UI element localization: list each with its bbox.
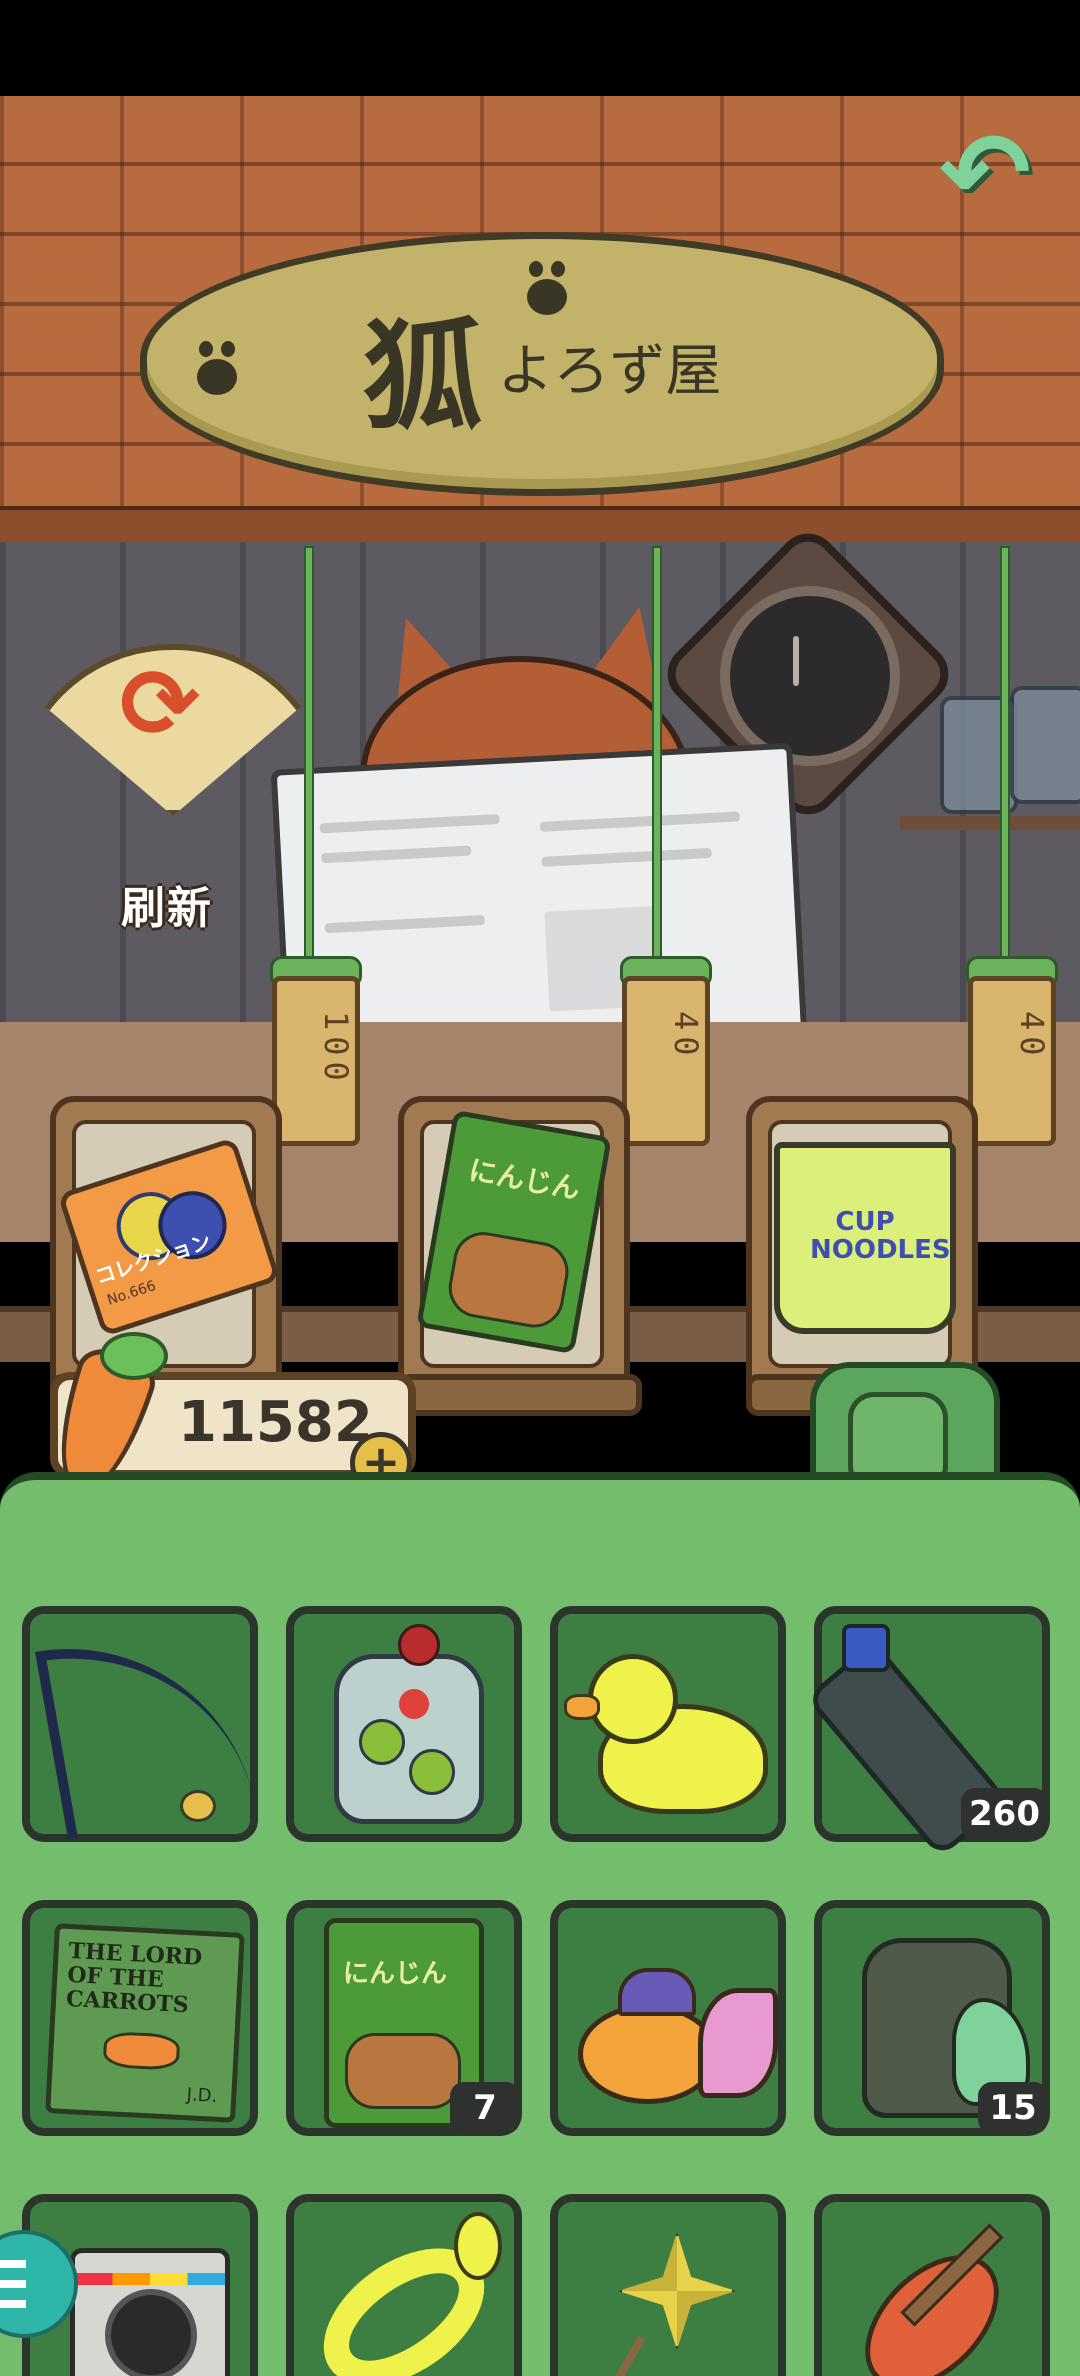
tag-string <box>652 546 662 970</box>
price-tag[interactable]: 100 <box>272 976 360 1146</box>
tag-string <box>1000 546 1010 970</box>
paw-print-icon <box>197 341 237 395</box>
shop-sign-big: 狐 <box>362 306 483 447</box>
slot-count: 260 <box>961 1788 1048 1840</box>
snack-bag-label: にんじん <box>343 1959 448 1989</box>
book-carrot <box>102 2030 181 2071</box>
shop-scene: 狐 よろず屋 ↶ ⟳ 刷新 100 コレクション No.666 40 にんじん … <box>0 96 1080 2376</box>
goldfish-hat <box>618 1968 696 2016</box>
back-arrow-icon: ↶ <box>938 109 1032 237</box>
kiwi-slice <box>409 1749 455 1795</box>
inventory-slot-fruit-jar[interactable] <box>286 1606 522 1842</box>
price-tag-value: 40 <box>1013 1011 1051 1062</box>
inventory-slot-goldfish-lantern[interactable] <box>550 1900 786 2136</box>
menu-icon[interactable] <box>0 2252 26 2308</box>
shop-sign-small: よろず屋 <box>497 338 722 404</box>
price-tag-value: 100 <box>317 1011 355 1087</box>
cup-noodles-label: CUP NOODLES <box>810 1207 951 1265</box>
book-icon: THE LORD OF THE CARROTS J.D. <box>45 1923 245 2123</box>
camera-lens <box>105 2289 197 2376</box>
book-author: J.D. <box>186 2084 218 2107</box>
newspaper-line <box>319 814 500 834</box>
inventory-slot-pinwheel[interactable] <box>550 2194 786 2376</box>
shop-sign: 狐 よろず屋 <box>140 232 944 496</box>
paw-print-icon <box>527 261 567 315</box>
newspaper-line <box>541 847 712 867</box>
inventory-slot-snack-bag[interactable]: にんじん 7 <box>286 1900 522 2136</box>
shop-item-slot[interactable]: にんじん <box>398 1096 642 1416</box>
refresh-arrows-icon[interactable]: ⟳ <box>100 656 220 752</box>
bobber-icon <box>180 1790 216 1822</box>
snack-bag-label: にんじん <box>466 1153 583 1206</box>
clock-icon <box>720 586 900 766</box>
goldfish-tail <box>698 1988 778 2098</box>
newspaper-line <box>539 811 740 832</box>
refresh-label[interactable]: 刷新 <box>102 872 232 936</box>
kiwi-slice <box>359 1719 405 1765</box>
price-tag-value: 40 <box>667 1011 705 1062</box>
fishing-rod-icon <box>34 1618 256 1840</box>
swim-ring-duck-head <box>454 2212 502 2280</box>
inventory-slot-backpack[interactable]: 15 <box>814 1900 1050 2136</box>
rubber-duck-beak <box>564 1694 600 1720</box>
back-shelf <box>900 816 1080 830</box>
goldfish-lantern-icon <box>578 2004 718 2104</box>
carrot-leaf-icon <box>100 1332 168 1380</box>
slot-count: 7 <box>450 2082 520 2134</box>
price-tag[interactable]: 40 <box>968 976 1056 1146</box>
tag-string <box>304 546 314 970</box>
inventory-slot-fishing-rod[interactable] <box>22 1606 258 1842</box>
cup-noodles-icon: CUP NOODLES <box>774 1142 956 1334</box>
newspaper-line <box>321 845 472 864</box>
inventory-slot-swim-ring[interactable] <box>286 2194 522 2376</box>
snack-bag-carrots <box>444 1227 574 1333</box>
camera-stripe <box>75 2273 225 2285</box>
instant-camera-icon <box>70 2248 230 2376</box>
rubber-duck-head <box>588 1654 678 1744</box>
pinwheel-stick <box>598 2335 646 2376</box>
inventory-slot-book[interactable]: THE LORD OF THE CARROTS J.D. <box>22 1900 258 2136</box>
status-bar <box>0 0 1080 96</box>
basket-rim <box>398 1374 642 1416</box>
cherry-icon <box>398 1624 440 1666</box>
inventory-slot-plastic-bottle[interactable]: 260 <box>805 1606 1050 1859</box>
berry <box>399 1689 429 1719</box>
snack-bag-carrots <box>345 2033 461 2109</box>
carrot-count: 11582 <box>178 1390 373 1455</box>
book-title: THE LORD OF THE CARROTS <box>65 1937 203 2019</box>
newspaper-line <box>324 914 486 934</box>
inventory-slot-rubber-duck[interactable] <box>550 1606 786 1842</box>
fruit-jelly-jar-icon <box>334 1654 484 1824</box>
pinwheel-icon <box>618 2232 736 2350</box>
inventory-panel: 260 THE LORD OF THE CARROTS J.D. にんじん 7 <box>0 1472 1080 2376</box>
price-tag[interactable]: 40 <box>622 976 710 1146</box>
clock-hand <box>793 636 799 686</box>
bottle-cap <box>842 1624 890 1672</box>
jar-icon <box>1010 686 1080 804</box>
inventory-slot-ukulele[interactable] <box>814 2194 1050 2376</box>
back-button[interactable]: ↶ <box>920 118 1050 228</box>
slot-count: 15 <box>978 2082 1048 2134</box>
